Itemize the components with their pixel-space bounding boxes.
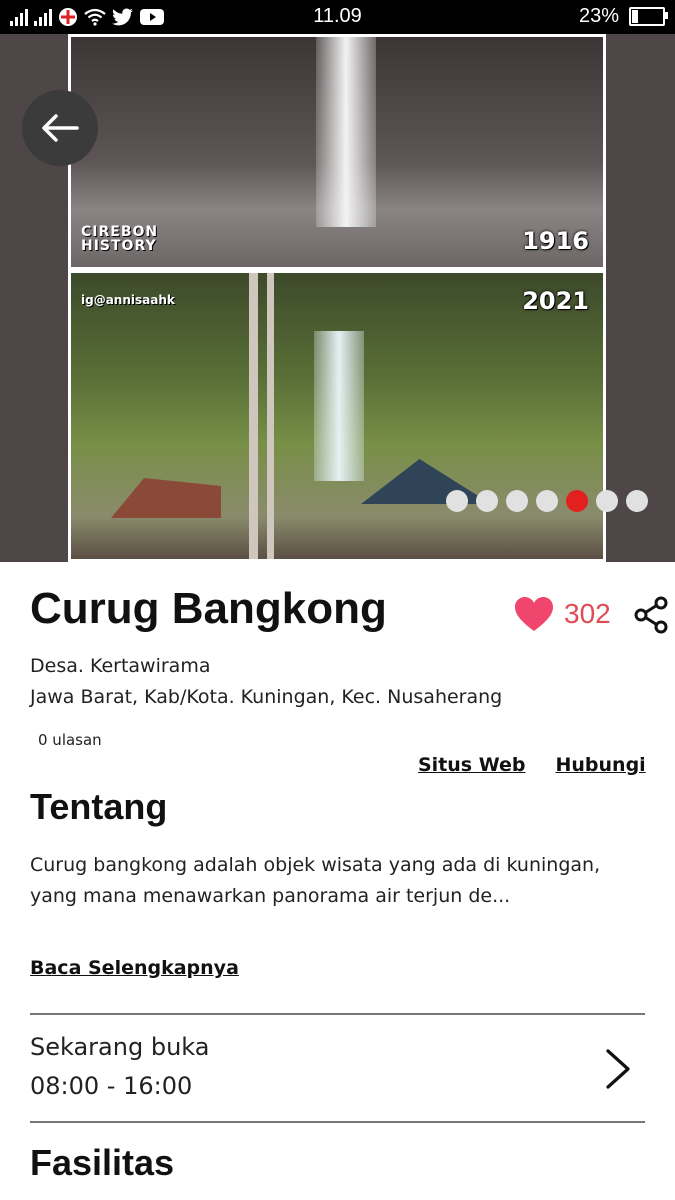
contact-links: Situs Web Hubungi xyxy=(418,754,646,776)
place-title: Curug Bangkong xyxy=(30,584,387,633)
website-link[interactable]: Situs Web xyxy=(418,754,526,776)
carousel-dot[interactable] xyxy=(536,490,558,512)
waterfall-shape xyxy=(316,37,376,227)
read-more-link[interactable]: Baca Selengkapnya xyxy=(30,957,239,979)
about-text: Curug bangkong adalah objek wisata yang … xyxy=(30,854,601,907)
carousel-dot[interactable] xyxy=(506,490,528,512)
status-icons-right: 23% xyxy=(578,5,668,28)
review-count[interactable]: 0 ulasan xyxy=(38,731,102,749)
carousel-dot[interactable] xyxy=(596,490,618,512)
carousel-dot[interactable] xyxy=(566,490,588,512)
opening-hours: 08:00 - 16:00 xyxy=(30,1072,193,1100)
watermark-bottom: ig@annisaahk xyxy=(81,293,175,307)
battery-percentage: 23% xyxy=(578,5,619,27)
battery-icon xyxy=(629,7,668,26)
divider xyxy=(30,1121,645,1123)
carousel-dot[interactable] xyxy=(446,490,468,512)
clock: 11.09 xyxy=(313,5,362,27)
like-count: 302 xyxy=(564,598,611,629)
carousel-photo-old: CIREBON HISTORY 1916 xyxy=(68,34,606,270)
carousel-dot[interactable] xyxy=(626,490,648,512)
tree-trunk xyxy=(267,273,274,559)
facilities-heading: Fasilitas xyxy=(30,1142,175,1183)
carousel-photo-new: ig@annisaahk 2021 xyxy=(68,270,606,562)
gazebo-roof xyxy=(111,478,221,518)
address-region: Jawa Barat, Kab/Kota. Kuningan, Kec. Nus… xyxy=(30,686,503,708)
carousel-indicator xyxy=(446,490,648,512)
divider xyxy=(30,1013,645,1015)
chevron-right-icon[interactable] xyxy=(603,1048,633,1090)
open-status: Sekarang buka xyxy=(30,1033,210,1061)
photo-carousel[interactable]: CIREBON HISTORY 1916 ig@annisaahk 2021 xyxy=(0,34,675,562)
waterfall-shape xyxy=(314,331,364,481)
share-icon[interactable] xyxy=(633,596,669,634)
year-label-top: 1916 xyxy=(522,227,589,255)
status-bar: 11.09 23% xyxy=(0,0,675,34)
address-village: Desa. Kertawirama xyxy=(30,655,211,677)
carousel-dot[interactable] xyxy=(476,490,498,512)
contact-link[interactable]: Hubungi xyxy=(556,754,646,776)
tree-trunk xyxy=(249,273,258,559)
arrow-left-icon xyxy=(42,114,79,142)
back-button[interactable] xyxy=(22,90,98,166)
watermark-top: CIREBON HISTORY xyxy=(81,224,159,254)
about-heading: Tentang xyxy=(30,786,168,827)
year-label-bottom: 2021 xyxy=(522,287,589,315)
heart-icon[interactable] xyxy=(514,596,554,632)
